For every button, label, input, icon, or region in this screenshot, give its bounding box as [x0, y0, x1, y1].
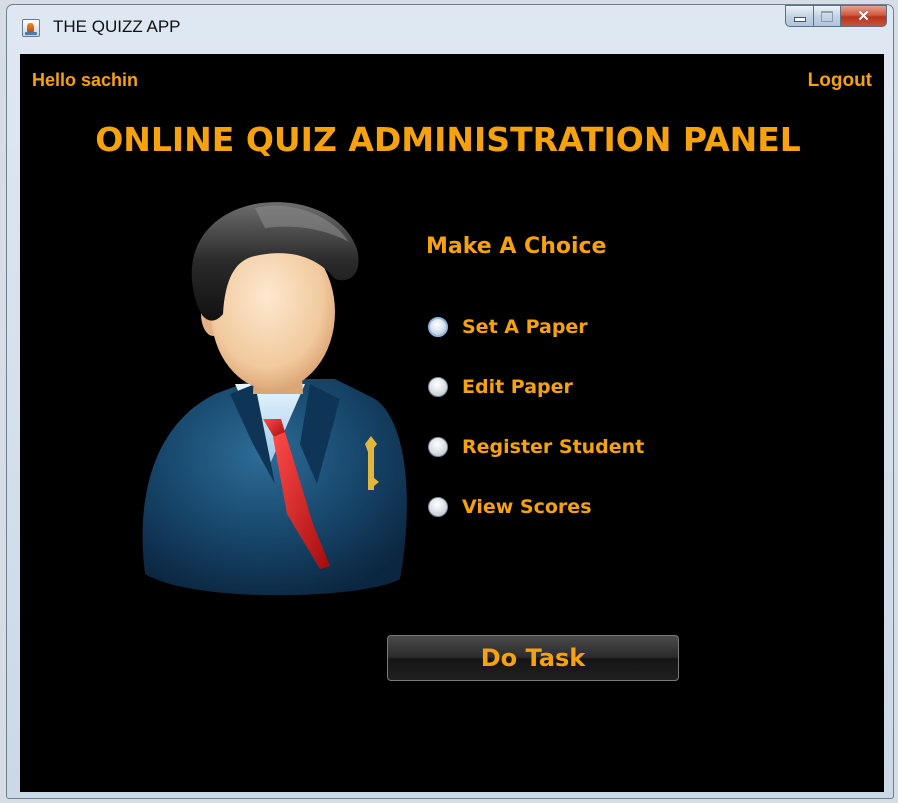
close-button[interactable]: ✕	[840, 5, 887, 27]
admin-panel: Hello sachin Logout ONLINE QUIZ ADMINIST…	[20, 54, 884, 792]
businessman-avatar-icon	[142, 202, 407, 596]
do-task-button[interactable]: Do Task	[387, 635, 679, 681]
option-label[interactable]: View Scores	[462, 496, 592, 518]
greeting-text: Hello sachin	[32, 70, 139, 90]
close-icon: ✕	[857, 8, 870, 25]
java-cup-icon[interactable]	[22, 19, 40, 37]
option-edit-paper[interactable]: Edit Paper	[428, 376, 573, 398]
minimize-icon	[793, 17, 806, 22]
app-window: THE QUIZZ APP ✕ Hello sachin Logout ONLI…	[6, 4, 894, 799]
title-bar[interactable]: THE QUIZZ APP ✕	[7, 5, 893, 49]
maximize-icon	[821, 10, 833, 22]
radio-button[interactable]	[428, 317, 448, 337]
radio-button[interactable]	[428, 497, 448, 517]
logout-link[interactable]: Logout	[808, 70, 872, 92]
option-label[interactable]: Register Student	[462, 436, 644, 458]
option-label[interactable]: Edit Paper	[462, 376, 573, 398]
option-view-scores[interactable]: View Scores	[428, 496, 592, 518]
choice-heading: Make A Choice	[426, 234, 607, 259]
maximize-button[interactable]	[813, 5, 840, 27]
window-title: THE QUIZZ APP	[53, 17, 181, 36]
option-register-student[interactable]: Register Student	[428, 436, 644, 458]
page-title: ONLINE QUIZ ADMINISTRATION PANEL	[95, 120, 801, 159]
radio-button[interactable]	[428, 437, 448, 457]
option-label[interactable]: Set A Paper	[462, 316, 588, 338]
radio-button[interactable]	[428, 377, 448, 397]
option-set-a-paper[interactable]: Set A Paper	[428, 316, 588, 338]
window-controls: ✕	[785, 5, 887, 27]
minimize-button[interactable]	[785, 5, 813, 27]
